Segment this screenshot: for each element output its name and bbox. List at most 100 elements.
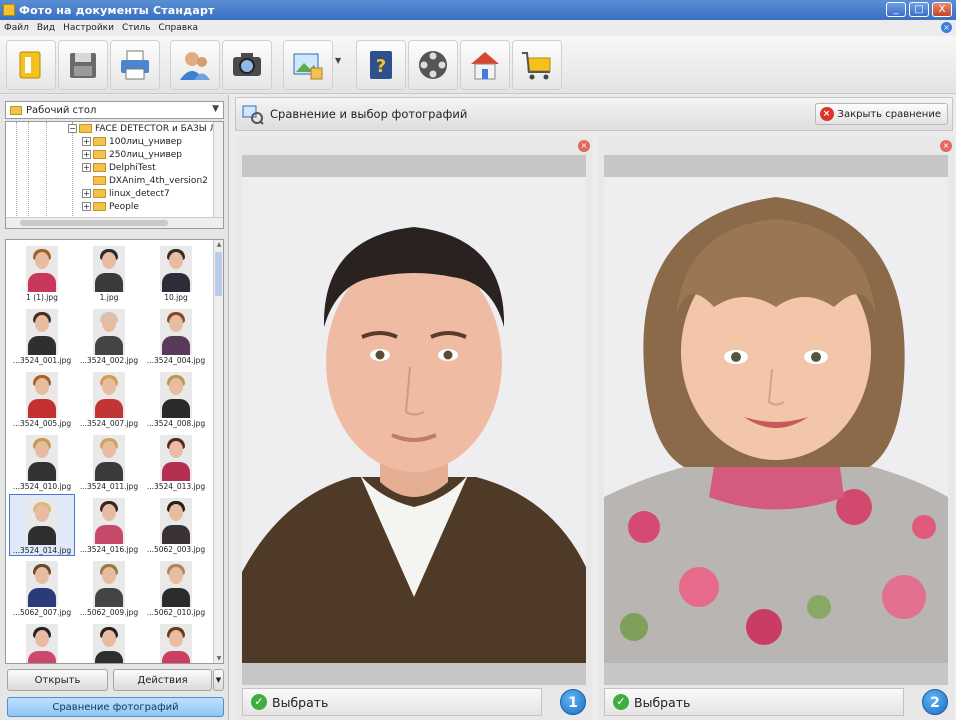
tree-item[interactable]: +100лиц_универ (82, 135, 182, 148)
select-photo-2-button[interactable]: ✓ Выбрать (604, 688, 904, 716)
thumbnail-item[interactable]: ...3524_001.jpg (9, 305, 75, 367)
image-edit-button[interactable] (283, 40, 333, 90)
thumbnail-photo (160, 309, 192, 355)
close-compare-button[interactable]: × Закрыть сравнение (814, 103, 948, 125)
thumbnail-item[interactable]: ...5062_003.jpg (143, 494, 209, 556)
tree-item[interactable]: − FACE DETECTOR и БАЗЫ Л (68, 122, 216, 135)
thumbnail-caption: ...3524_014.jpg (12, 546, 72, 555)
home-button[interactable] (6, 40, 56, 90)
minimize-button[interactable]: _ (886, 2, 906, 17)
website-button[interactable] (460, 40, 510, 90)
print-icon (121, 50, 149, 80)
print-button[interactable] (110, 40, 160, 90)
image-edit-dropdown-icon[interactable]: ▼ (335, 56, 341, 65)
open-button[interactable]: Открыть (7, 669, 108, 691)
menu-settings[interactable]: Настройки (63, 23, 114, 33)
save-icon (70, 53, 96, 78)
actions-button[interactable]: Действия (113, 669, 212, 691)
woman-portrait-image (604, 177, 948, 663)
photo-number-badge: 2 (922, 689, 948, 715)
thumbnail-item[interactable]: ...3524_008.jpg (143, 368, 209, 430)
thumbnail-item[interactable]: ...5062_009.jpg (76, 557, 142, 619)
svg-text:?: ? (376, 56, 386, 77)
compare-header: Сравнение и выбор фотографий × Закрыть с… (235, 97, 953, 131)
folder-icon (93, 202, 106, 211)
thumbnail-item[interactable]: ...5062_010.jpg (143, 557, 209, 619)
thumbnail-caption: ...3524_007.jpg (79, 419, 139, 428)
thumbnail-item[interactable]: ...3524_013.jpg (143, 431, 209, 493)
help-button[interactable]: ? (356, 40, 406, 90)
save-button[interactable] (58, 40, 108, 90)
thumbnail-caption: ...3524_005.jpg (12, 419, 72, 428)
tree-item[interactable]: +250лиц_универ (82, 148, 182, 161)
buy-button[interactable] (512, 40, 562, 90)
folder-icon (93, 150, 106, 159)
select-label: Выбрать (272, 694, 329, 710)
tree-item[interactable]: + DelphiTest (82, 161, 156, 174)
check-icon: ✓ (251, 694, 267, 710)
thumbnail-photo (93, 309, 125, 355)
scroll-down-icon[interactable]: ▼ (215, 655, 223, 662)
compare-photos-button[interactable]: Сравнение фотографий (7, 697, 224, 717)
thumbnail-item[interactable] (76, 620, 142, 663)
check-icon: ✓ (613, 694, 629, 710)
camera-icon (233, 53, 261, 76)
menu-file[interactable]: Файл (4, 23, 29, 33)
thumbnail-grid: ...5062_010.jpg ...5062_009.jpg ...5062_00… (5, 239, 224, 664)
video-button[interactable] (408, 40, 458, 90)
thumbnail-caption: ...5062_003.jpg (146, 545, 206, 554)
thumbnail-item[interactable]: ...3524_007.jpg (76, 368, 142, 430)
thumbnail-photo (160, 372, 192, 418)
thumbnail-photo (93, 435, 125, 481)
maximize-button[interactable]: □ (909, 2, 929, 17)
help-book-icon: ? (370, 51, 392, 79)
thumbnail-item[interactable]: ...3524_011.jpg (76, 431, 142, 493)
menu-bar: Файл Вид Настройки Стиль Справка × (0, 20, 956, 36)
thumbnail-caption: ...3524_010.jpg (12, 482, 72, 491)
remove-photo-icon[interactable]: × (940, 140, 952, 152)
thumbnail-item[interactable]: ...3524_004.jpg (143, 305, 209, 367)
thumbnail-photo (26, 624, 58, 663)
tree-item[interactable]: + linux_detect7 (82, 187, 170, 200)
menu-help[interactable]: Справка (158, 23, 198, 33)
thumbnail-item[interactable]: ...3524_014.jpg (9, 494, 75, 556)
thumbnail-item[interactable]: ...3524_005.jpg (9, 368, 75, 430)
folder-icon (79, 124, 92, 133)
select-photo-1-button[interactable]: ✓ Выбрать (242, 688, 542, 716)
tree-item[interactable]: DXAnim_4th_version2 (93, 174, 208, 187)
close-compare-label: Закрыть сравнение (837, 108, 941, 120)
thumbnail-item[interactable] (143, 620, 209, 663)
select-label: Выбрать (634, 694, 691, 710)
scroll-up-icon[interactable]: ▲ (215, 241, 223, 248)
close-menu-icon[interactable]: × (941, 22, 952, 33)
window-controls: _ □ X (886, 2, 952, 17)
close-window-button[interactable]: X (932, 2, 952, 17)
photo-top-strip (242, 155, 586, 177)
tree-vertical-scrollbar[interactable] (213, 122, 223, 218)
thumbnail-photo (160, 246, 192, 292)
folder-icon (93, 137, 106, 146)
menu-style[interactable]: Стиль (122, 23, 150, 33)
thumbnail-item[interactable]: ...3524_016.jpg (76, 494, 142, 556)
remove-photo-icon[interactable]: × (578, 140, 590, 152)
thumbnail-item[interactable]: 10.jpg (143, 242, 209, 304)
thumbnail-caption: 1 (1).jpg (26, 293, 58, 302)
actions-dropdown-icon[interactable]: ▼ (213, 669, 224, 691)
thumbnail-item[interactable]: ...5062_007.jpg (9, 557, 75, 619)
camera-button[interactable] (222, 40, 272, 90)
menu-view[interactable]: Вид (37, 23, 55, 33)
tree-item[interactable]: + People (82, 200, 139, 213)
user-button[interactable] (170, 40, 220, 90)
thumbnail-item[interactable] (9, 620, 75, 663)
thumbnail-item[interactable]: 1.jpg (76, 242, 142, 304)
compare-icon (242, 105, 264, 125)
tree-horizontal-scrollbar[interactable] (6, 217, 223, 228)
thumbnail-item[interactable]: ...3524_002.jpg (76, 305, 142, 367)
thumbnail-item[interactable]: ...3524_010.jpg (9, 431, 75, 493)
photo-bottom-strip (604, 663, 948, 685)
thumbnail-scrollbar[interactable]: ▲ ▼ (213, 240, 223, 663)
thumbnail-photo (93, 561, 125, 607)
folder-select[interactable]: Рабочий стол ▼ (5, 101, 224, 119)
thumbnail-item[interactable]: 1 (1).jpg (9, 242, 75, 304)
compare-panel: Сравнение и выбор фотографий × Закрыть с… (230, 95, 956, 720)
